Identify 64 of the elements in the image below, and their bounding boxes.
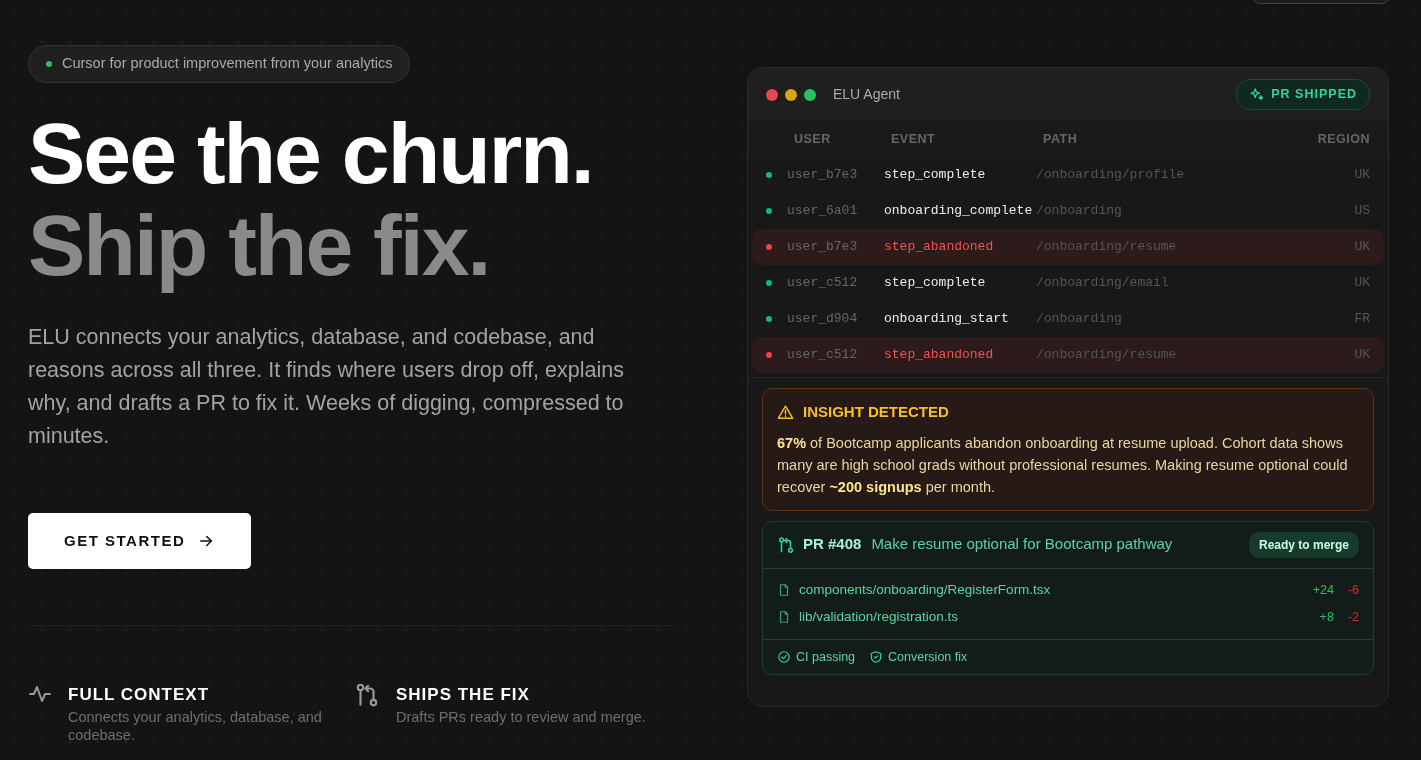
check-label: Conversion fix (888, 648, 968, 666)
tagline-text: Cursor for product improvement from your analytics (62, 54, 393, 73)
event-path: /onboarding (1036, 310, 1123, 329)
check-label: CI passing (796, 648, 856, 666)
insight-text: 67% of Bootcamp applicants abandon onboarding at resume upload. Cohort data shows many are high school grads without professional resumes. Making resume optional could recover ~200 signups per month. (777, 433, 1349, 497)
file-icon (777, 610, 791, 624)
additions-count: +24 (1312, 581, 1334, 599)
user-id: user_6a01 (787, 202, 859, 221)
insight-title: INSIGHT DETECTED (803, 402, 949, 422)
status-badge: Ready to merge (1248, 531, 1359, 558)
user-id: user_c512 (787, 346, 859, 365)
file-path: lib/validation/registration.ts (799, 607, 959, 626)
feature-text: Drafts PRs ready to review and merge. (396, 707, 646, 726)
status-dot (46, 60, 52, 67)
pr-title: Make resume optional for Bootcamp pathway (871, 534, 1173, 555)
merge-icon (777, 535, 795, 554)
feature-title: FULL CONTEXT (68, 684, 211, 707)
event-name: step_abandoned (884, 238, 995, 257)
window-dot[interactable] (766, 88, 778, 101)
check-circle-icon (777, 649, 791, 664)
headline: See the churn. (28, 106, 594, 199)
get-started-button[interactable]: GET STARTED (28, 512, 252, 570)
window-title: ELU Agent (833, 85, 900, 104)
user-id: user_c512 (787, 274, 859, 293)
column-header: EVENT (891, 130, 937, 148)
event-path: /onboarding/email (1036, 274, 1170, 293)
merge-icon (354, 682, 380, 709)
additions-count: +8 (1319, 608, 1334, 626)
event-name: step_abandoned (884, 346, 995, 365)
user-id: user_b7e3 (787, 166, 859, 185)
description: ELU connects your analytics, database, and codebase, and reasons across all three. It finds where users drop off, explains why, and drafts a PR to fix it. Weeks of digging, compressed to minutes. (28, 323, 625, 450)
feature-title: SHIPS THE FIX (396, 684, 531, 707)
event-name: onboarding_complete (884, 202, 1034, 221)
window-dot[interactable] (785, 88, 797, 101)
event-path: /onboarding/profile (1036, 166, 1186, 185)
region-code: UK (1354, 166, 1370, 185)
warning-icon (777, 403, 794, 421)
event-path: /onboarding/resume (1036, 238, 1178, 257)
user-id: user_b7e3 (787, 238, 859, 257)
event-name: step_complete (884, 274, 987, 293)
shield-check-icon (869, 649, 884, 664)
region-code: FR (1354, 310, 1370, 329)
column-header: REGION (1317, 130, 1370, 148)
column-header: USER (794, 130, 832, 148)
sparkle-icon (1249, 87, 1265, 102)
event-name: onboarding_start (884, 310, 1010, 329)
feature-text: Connects your analytics, database, and codebase. (68, 707, 323, 744)
user-id: user_d904 (787, 310, 859, 329)
event-name: step_complete (884, 166, 987, 185)
window-dot[interactable] (804, 88, 816, 101)
region-code: UK (1354, 346, 1370, 365)
region-code: UK (1354, 238, 1370, 257)
event-path: /onboarding/resume (1036, 346, 1178, 365)
column-header: PATH (1043, 130, 1079, 148)
file-icon (777, 583, 791, 597)
event-path: /onboarding (1036, 202, 1123, 221)
deletions-count: -2 (1347, 608, 1359, 626)
pr-number: PR #408 (803, 534, 862, 555)
deletions-count: -6 (1347, 581, 1359, 599)
region-code: US (1354, 202, 1370, 221)
region-code: UK (1354, 274, 1370, 293)
file-path: components/onboarding/RegisterForm.tsx (799, 580, 1051, 599)
status-badge: PR SHIPPED (1236, 79, 1370, 110)
headline: Ship the fix. (28, 198, 491, 291)
